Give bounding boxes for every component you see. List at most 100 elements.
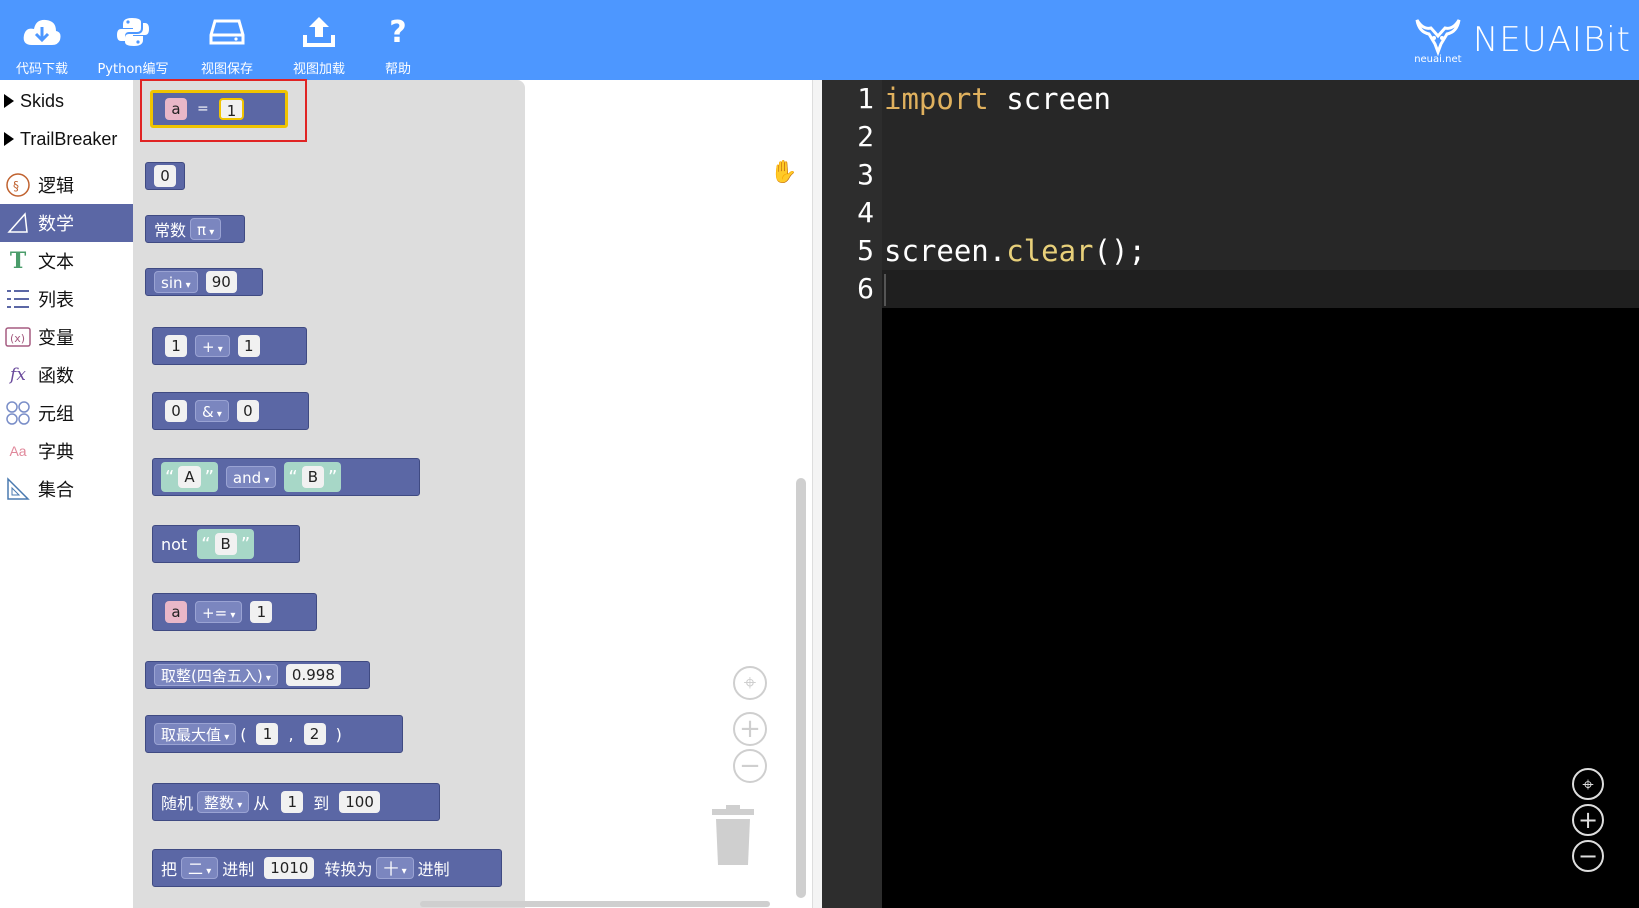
base-to-dropdown[interactable]: 十 xyxy=(376,857,414,879)
zoom-out-button[interactable]: − xyxy=(733,749,767,783)
op-label: = xyxy=(197,101,209,117)
code-download-label: 代码下载 xyxy=(15,62,68,77)
number-block[interactable]: 0 xyxy=(145,162,185,190)
not-label: not xyxy=(161,534,188,554)
string-a-block[interactable]: “A” xyxy=(161,462,218,492)
string-a[interactable]: A xyxy=(178,466,201,488)
random-b[interactable]: 100 xyxy=(339,791,380,813)
category-list[interactable]: 列表 xyxy=(0,280,133,318)
brand-logo: neuai.net xyxy=(1413,16,1463,65)
category-logic[interactable]: § 逻辑 xyxy=(0,166,133,204)
category-tuple[interactable]: 元组 xyxy=(0,394,133,432)
string-block[interactable]: “B” xyxy=(197,529,255,559)
category-text[interactable]: T 文本 xyxy=(0,242,133,280)
trig-block[interactable]: sin 90 xyxy=(145,268,263,296)
arith-b[interactable]: 1 xyxy=(237,335,260,357)
quote-left: “ xyxy=(165,466,175,488)
max-b[interactable]: 2 xyxy=(303,723,326,745)
arith-a[interactable]: 1 xyxy=(165,335,187,357)
bitwise-a[interactable]: 0 xyxy=(165,400,187,422)
trig-dropdown[interactable]: sin xyxy=(154,271,198,293)
string-b-block[interactable]: “B” xyxy=(284,462,342,492)
augassign-var[interactable]: a xyxy=(165,601,187,623)
splitter[interactable] xyxy=(812,80,822,908)
workspace-scrollbar[interactable] xyxy=(796,478,806,898)
random-a[interactable]: 1 xyxy=(281,791,304,813)
assign-block[interactable]: a = 1 xyxy=(150,90,288,128)
category-dict[interactable]: Aa 字典 xyxy=(0,432,133,470)
dict-icon: Aa xyxy=(9,443,27,459)
line-number: 3 xyxy=(857,158,874,191)
category-variable[interactable]: (x) 变量 xyxy=(0,318,133,356)
round-block[interactable]: 取整(四舍五入) 0.998 xyxy=(145,661,370,689)
category-set[interactable]: 集合 xyxy=(0,470,133,508)
category-math[interactable]: 数学 xyxy=(0,204,133,242)
max-a[interactable]: 1 xyxy=(256,723,279,745)
augassign-op-dropdown[interactable]: += xyxy=(195,601,243,623)
logic-block[interactable]: “A” and “B” xyxy=(152,458,420,496)
convert-value[interactable]: 1010 xyxy=(264,857,315,879)
workspace[interactable] xyxy=(525,80,812,908)
python-edit-button[interactable]: Python编写 xyxy=(96,0,170,80)
folder-trailbreaker[interactable]: TrailBreaker xyxy=(0,120,133,158)
function-name: clear xyxy=(1006,234,1094,268)
value-slot[interactable]: 1 xyxy=(218,98,245,120)
category-label: 集合 xyxy=(38,480,74,501)
keyword-import: import xyxy=(884,82,989,116)
code-line-1[interactable]: import screen xyxy=(884,80,1111,118)
minus-icon: − xyxy=(739,751,761,781)
random-block[interactable]: 随机 整数 从 1 到 100 xyxy=(152,783,440,821)
editor-zoom-in-button[interactable]: + xyxy=(1572,804,1604,836)
constant-dropdown[interactable]: π xyxy=(190,218,222,240)
code-line-5[interactable]: screen.clear(); xyxy=(884,232,1146,270)
max-dropdown[interactable]: 取最大值 xyxy=(154,723,237,745)
convert-block[interactable]: 把 二 进制 1010 转换为 十 进制 xyxy=(152,849,502,887)
category-label: 函数 xyxy=(38,366,74,387)
arith-op-dropdown[interactable]: + xyxy=(195,335,230,357)
round-value[interactable]: 0.998 xyxy=(285,664,341,686)
arith-block[interactable]: 1 + 1 xyxy=(152,327,307,365)
string-b[interactable]: B xyxy=(301,466,324,488)
folder-label: Skids xyxy=(20,90,65,111)
bitwise-op-dropdown[interactable]: & xyxy=(195,400,229,422)
trash-icon[interactable] xyxy=(710,805,756,867)
cloud-download-icon xyxy=(22,8,62,56)
view-load-button[interactable]: 视图加载 xyxy=(284,0,354,80)
line-number: 6 xyxy=(857,272,874,305)
round-dropdown[interactable]: 取整(四舍五入) xyxy=(154,664,278,686)
code-download-button[interactable]: 代码下载 xyxy=(10,0,74,80)
random-type-dropdown[interactable]: 整数 xyxy=(197,791,250,813)
flyout-hscrollbar[interactable] xyxy=(420,901,770,907)
constant-block[interactable]: 常数 π xyxy=(145,215,245,243)
view-save-button[interactable]: 视图保存 xyxy=(192,0,262,80)
tuple-icon xyxy=(4,399,32,427)
not-value[interactable]: B xyxy=(214,533,237,555)
comma: , xyxy=(288,724,294,744)
editor-zoom-out-button[interactable]: − xyxy=(1572,840,1604,872)
zoom-in-button[interactable]: + xyxy=(733,712,767,746)
max-block[interactable]: 取最大值 ( 1 , 2 ) xyxy=(145,715,403,753)
augassign-block[interactable]: a += 1 xyxy=(152,593,317,631)
category-function[interactable]: fx 函数 xyxy=(0,356,133,394)
brand-sub: neuai.net xyxy=(1414,53,1462,65)
convert-label-2: 进制 xyxy=(222,860,255,879)
logic-op-dropdown[interactable]: and xyxy=(225,466,277,488)
editor-recenter-button[interactable]: ⌖ xyxy=(1572,768,1604,800)
base-from-dropdown[interactable]: 二 xyxy=(181,857,219,879)
recenter-button[interactable]: ⌖ xyxy=(733,666,767,700)
variable-icon: (x) xyxy=(4,323,32,351)
python-icon xyxy=(117,8,149,56)
bitwise-block[interactable]: 0 & 0 xyxy=(152,392,309,430)
augassign-value[interactable]: 1 xyxy=(250,601,273,623)
to-label: 到 xyxy=(313,794,330,813)
not-block[interactable]: not “B” xyxy=(152,525,300,563)
bitwise-b[interactable]: 0 xyxy=(236,400,259,422)
svg-text:(x): (x) xyxy=(10,332,25,345)
folder-skids[interactable]: Skids xyxy=(0,82,133,120)
help-button[interactable]: ? 帮助 xyxy=(368,0,428,80)
category-label: 列表 xyxy=(38,290,74,311)
brand-name: NEUAIBit xyxy=(1472,20,1631,60)
var-slot[interactable]: a xyxy=(165,98,187,120)
trig-value[interactable]: 90 xyxy=(205,271,237,293)
number-slot[interactable]: 0 xyxy=(154,165,176,187)
